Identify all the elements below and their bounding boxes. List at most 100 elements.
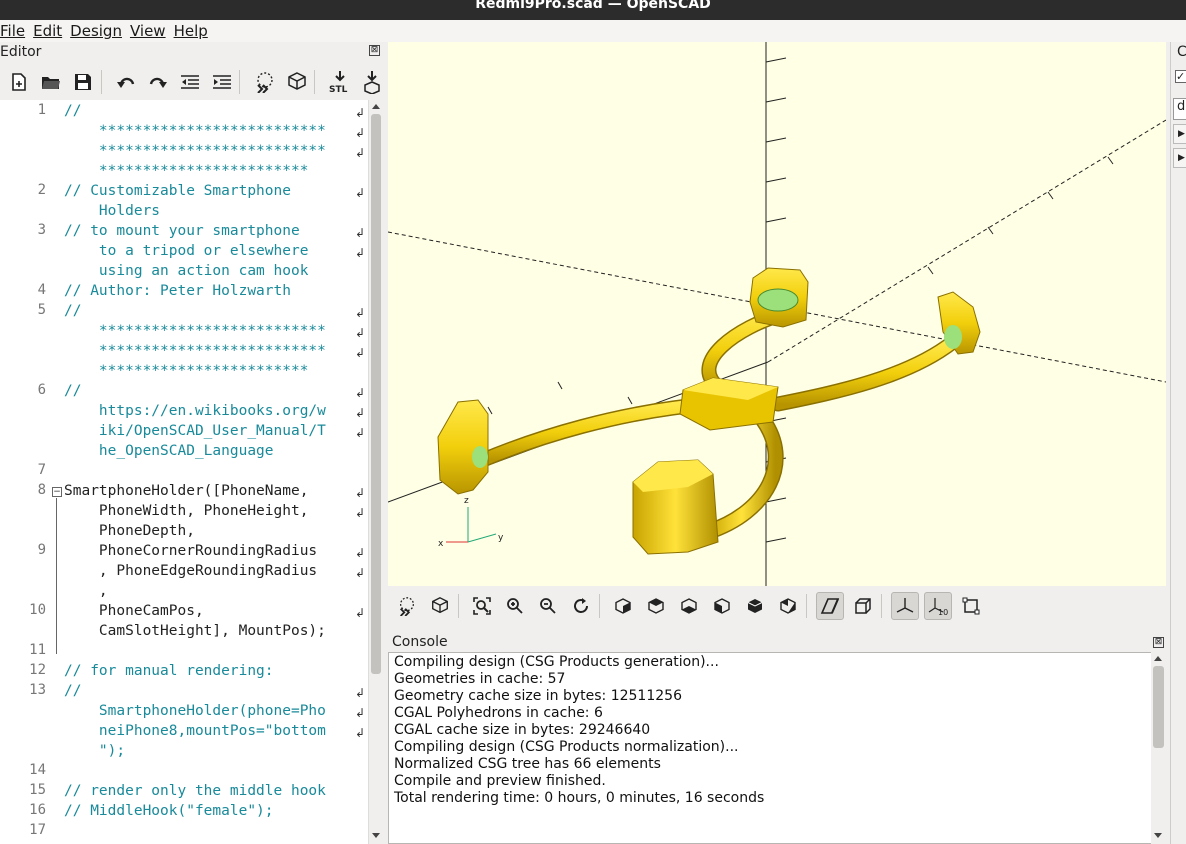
svg-text:10: 10 — [938, 608, 948, 616]
console-scrollbar[interactable] — [1151, 652, 1166, 844]
menu-help-label: Help — [173, 22, 208, 40]
unindent-icon[interactable] — [178, 69, 203, 95]
line-wrap-icon: ↲ — [355, 546, 366, 560]
console-scroll-thumb[interactable] — [1153, 666, 1164, 748]
menu-help[interactable]: Help — [174, 22, 216, 40]
smartphone-holder-model — [437, 267, 981, 555]
toolbar-separator — [881, 594, 882, 618]
view-right-icon[interactable] — [609, 592, 637, 620]
editor-scrollbar[interactable] — [368, 100, 382, 844]
menu-edit[interactable]: Edit — [33, 22, 70, 40]
zoom-out-icon[interactable] — [534, 592, 562, 620]
code-line: ************************** — [64, 123, 326, 139]
code-line: ************************** — [64, 343, 326, 359]
code-line: PhoneDepth, — [64, 523, 195, 539]
view-front-icon[interactable] — [741, 592, 769, 620]
code-line: neiPhone8,mountPos="bottom — [64, 723, 326, 739]
console-line: Compiling design (CSG Products normaliza… — [394, 739, 739, 755]
menu-file[interactable]: File — [0, 22, 33, 40]
code-line: // — [64, 303, 82, 319]
view-bottom-icon[interactable] — [675, 592, 703, 620]
console-output[interactable]: Compiling design (CSG Products generatio… — [388, 652, 1166, 844]
perspective-icon[interactable] — [816, 592, 844, 620]
scroll-down-arrow-icon[interactable] — [1154, 833, 1162, 839]
line-wrap-icon: ↲ — [355, 566, 366, 580]
code-line: PhoneCornerRoundingRadius — [64, 543, 318, 559]
new-file-icon[interactable] — [7, 69, 32, 95]
preview-icon[interactable] — [252, 69, 277, 95]
editor-scroll-thumb[interactable] — [371, 114, 381, 674]
scroll-up-arrow-icon[interactable] — [1154, 655, 1162, 661]
zoom-in-icon[interactable] — [501, 592, 529, 620]
line-wrap-icon: ↲ — [355, 246, 366, 260]
model-render: z y x — [388, 42, 1166, 586]
code-line: // MiddleHook("female"); — [64, 803, 274, 819]
reset-view-icon[interactable] — [567, 592, 595, 620]
customizer-checkbox[interactable]: ✓ — [1175, 70, 1186, 83]
chevron-right-icon[interactable]: ▶ — [1173, 148, 1186, 168]
axis-indicator: z y x — [438, 496, 504, 549]
toolbar-separator — [100, 70, 102, 94]
show-scale-icon[interactable]: 10 — [924, 592, 952, 620]
console-close-button[interactable]: ⊠ — [1153, 637, 1164, 648]
orthogonal-icon[interactable] — [849, 592, 877, 620]
scroll-up-arrow-icon[interactable] — [372, 103, 380, 109]
preview-icon[interactable] — [393, 592, 421, 620]
fold-toggle-icon[interactable]: − — [52, 487, 62, 497]
toolbar-separator — [599, 594, 600, 618]
editor-close-button[interactable]: ⊠ — [369, 45, 380, 56]
scroll-down-arrow-icon[interactable] — [372, 833, 380, 839]
code-line: ************************ — [64, 163, 309, 179]
line-number-gutter: 1 2 3 4 5 6 7 8 9 10 11 12 13 14 15 16 17 — [0, 100, 50, 844]
line-number: 6 — [37, 382, 46, 398]
code-line: PhoneWidth, PhoneHeight, — [64, 503, 309, 519]
line-number: 10 — [29, 602, 46, 618]
save-icon[interactable] — [71, 69, 96, 95]
console-line: Compile and preview finished. — [394, 773, 606, 789]
console-line: Compiling design (CSG Products generatio… — [394, 654, 719, 670]
menu-view-label: View — [129, 22, 166, 40]
render-icon[interactable] — [426, 592, 454, 620]
menu-view[interactable]: View — [130, 22, 174, 40]
line-wrap-icon: ↲ — [355, 426, 366, 440]
toolbar-separator — [239, 70, 241, 94]
view-left-icon[interactable] — [708, 592, 736, 620]
render-icon[interactable] — [284, 69, 309, 95]
undo-icon[interactable] — [114, 69, 139, 95]
menu-file-label: File — [0, 22, 26, 40]
code-editor[interactable]: 1 2 3 4 5 6 7 8 9 10 11 12 13 14 15 16 17 // ***********… — [0, 100, 368, 844]
view-back-icon[interactable] — [774, 592, 802, 620]
indent-icon[interactable] — [209, 69, 234, 95]
line-wrap-icon: ↲ — [355, 186, 366, 200]
line-number: 7 — [37, 462, 46, 478]
line-wrap-icon: ↲ — [355, 406, 366, 420]
line-number: 13 — [29, 682, 46, 698]
console-line: CGAL cache size in bytes: 29246640 — [394, 722, 651, 738]
line-number: 11 — [29, 642, 46, 658]
send-to-print-icon[interactable] — [359, 69, 384, 95]
code-line: // render only the middle hook — [64, 783, 326, 799]
line-number: 12 — [29, 662, 46, 678]
code-line: https://en.wikibooks.org/w — [64, 403, 326, 419]
3d-viewport[interactable]: z y x — [388, 42, 1166, 586]
code-line: PhoneCamPos, — [64, 603, 204, 619]
toolbar-separator — [458, 594, 459, 618]
chevron-right-icon[interactable]: ▶ — [1173, 124, 1186, 144]
view-all-icon[interactable] — [468, 592, 496, 620]
open-file-icon[interactable] — [39, 69, 64, 95]
line-number: 15 — [29, 782, 46, 798]
menu-bar: File Edit Design View Help — [0, 20, 1186, 42]
code-line: // Customizable Smartphone — [64, 183, 291, 199]
show-edges-icon[interactable] — [957, 592, 985, 620]
customizer-preset-field[interactable]: d — [1173, 98, 1186, 120]
show-axes-icon[interactable] — [891, 592, 919, 620]
customizer-panel: C ✓ d ▶ ▶ — [1170, 42, 1186, 844]
customizer-title: C — [1177, 44, 1186, 60]
code-line: // — [64, 683, 82, 699]
console-line: Total rendering time: 0 hours, 0 minutes… — [394, 790, 765, 806]
menu-design[interactable]: Design — [70, 22, 130, 40]
export-stl-icon[interactable]: STL — [327, 69, 352, 95]
line-wrap-icon: ↲ — [355, 726, 366, 740]
redo-icon[interactable] — [146, 69, 171, 95]
view-top-icon[interactable] — [642, 592, 670, 620]
